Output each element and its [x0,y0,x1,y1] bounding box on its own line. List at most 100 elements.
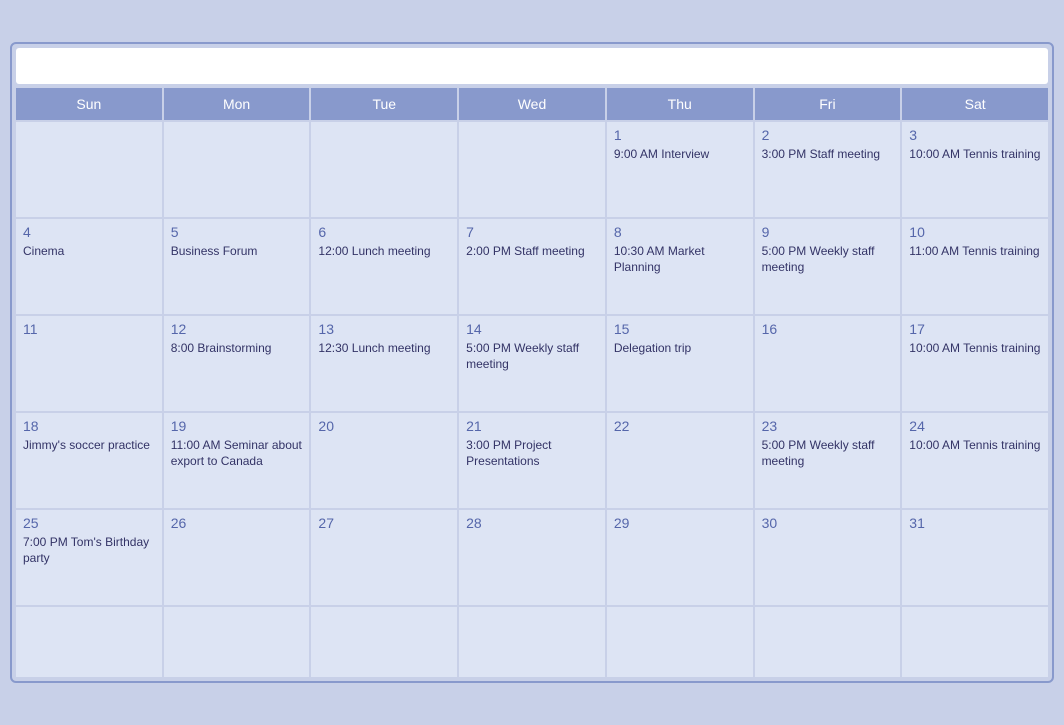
day-cell: 20 [311,413,457,508]
day-cell [459,607,605,677]
day-event: 12:00 Lunch meeting [318,244,450,260]
day-event: 5:00 PM Weekly staff meeting [466,341,598,372]
day-number: 23 [762,418,894,434]
day-number: 22 [614,418,746,434]
day-header-sun: Sun [16,88,162,120]
day-cell: 14 5:00 PM Weekly staff meeting [459,316,605,411]
day-cell: 24 10:00 AM Tennis training [902,413,1048,508]
day-number: 9 [762,224,894,240]
day-number: 25 [23,515,155,531]
day-event: 10:30 AM Market Planning [614,244,746,275]
day-number: 20 [318,418,450,434]
day-cell: 19 11:00 AM Seminar about export to Canad… [164,413,310,508]
day-number: 1 [614,127,746,143]
day-cell: 1312:30 Lunch meeting [311,316,457,411]
day-cell: 17 10:00 AM Tennis training [902,316,1048,411]
day-cell [164,607,310,677]
day-cell [311,122,457,217]
day-cell: 15Delegation trip [607,316,753,411]
day-cell: 6 12:00 Lunch meeting [311,219,457,314]
day-number: 21 [466,418,598,434]
day-event: Business Forum [171,244,303,260]
day-event: 5:00 PM Weekly staff meeting [762,438,894,469]
day-cell: 5 Business Forum [164,219,310,314]
day-cell: 4 Cinema [16,219,162,314]
day-cell [755,607,901,677]
day-number: 19 [171,418,303,434]
day-cell: 1 9:00 AM Interview [607,122,753,217]
day-number: 15 [614,321,746,337]
day-cell: 22 [607,413,753,508]
day-header-sat: Sat [902,88,1048,120]
day-cell [607,607,753,677]
day-event: 11:00 AM Seminar about export to Canada [171,438,303,469]
calendar-header [16,48,1048,84]
day-cell: 12 8:00 Brainstorming [164,316,310,411]
day-cell: 29 [607,510,753,605]
day-cell: 18 Jimmy's soccer practice [16,413,162,508]
day-event: 3:00 PM Staff meeting [762,147,894,163]
day-cell: 23 5:00 PM Weekly staff meeting [755,413,901,508]
day-event: 9:00 AM Interview [614,147,746,163]
day-cell: 3 10:00 AM Tennis training [902,122,1048,217]
day-header-thu: Thu [607,88,753,120]
day-header-tue: Tue [311,88,457,120]
day-number: 3 [909,127,1041,143]
day-number: 24 [909,418,1041,434]
day-event: 10:00 AM Tennis training [909,341,1041,357]
day-cell [459,122,605,217]
day-cell: 16 [755,316,901,411]
day-cell: 10 11:00 AM Tennis training [902,219,1048,314]
day-number: 17 [909,321,1041,337]
day-number: 14 [466,321,598,337]
day-cell: 25 7:00 PM Tom's Birthday party [16,510,162,605]
day-number: 8 [614,224,746,240]
day-number: 2 [762,127,894,143]
day-header-mon: Mon [164,88,310,120]
day-number: 18 [23,418,155,434]
day-number: 16 [762,321,894,337]
day-event: 7:00 PM Tom's Birthday party [23,535,155,566]
day-event: 5:00 PM Weekly staff meeting [762,244,894,275]
day-cell: 27 [311,510,457,605]
day-header-wed: Wed [459,88,605,120]
calendar-grid: SunMonTueWedThuFriSat 1 9:00 AM Interview 2… [16,88,1048,677]
day-number: 12 [171,321,303,337]
day-event: 3:00 PM Project Presentations [466,438,598,469]
day-number: 27 [318,515,450,531]
day-cell: 30 [755,510,901,605]
day-cell [16,607,162,677]
day-cell: 26 [164,510,310,605]
day-cell: 7 2:00 PM Staff meeting [459,219,605,314]
day-header-fri: Fri [755,88,901,120]
day-number: 31 [909,515,1041,531]
day-cell: 28 [459,510,605,605]
day-cell: 9 5:00 PM Weekly staff meeting [755,219,901,314]
day-cell: 11 [16,316,162,411]
day-number: 29 [614,515,746,531]
day-number: 28 [466,515,598,531]
calendar-container: SunMonTueWedThuFriSat 1 9:00 AM Interview 2… [10,42,1054,683]
day-event: Cinema [23,244,155,260]
day-number: 6 [318,224,450,240]
day-event: 10:00 AM Tennis training [909,438,1041,454]
day-event: Jimmy's soccer practice [23,438,155,454]
day-cell: 8 10:30 AM Market Planning [607,219,753,314]
day-cell [16,122,162,217]
day-number: 4 [23,224,155,240]
day-event: 10:00 AM Tennis training [909,147,1041,163]
day-event: 12:30 Lunch meeting [318,341,450,357]
day-number: 5 [171,224,303,240]
day-cell: 21 3:00 PM Project Presentations [459,413,605,508]
day-event: 11:00 AM Tennis training [909,244,1041,260]
day-event: 2:00 PM Staff meeting [466,244,598,260]
day-number: 26 [171,515,303,531]
day-cell [164,122,310,217]
day-number: 10 [909,224,1041,240]
day-event: 8:00 Brainstorming [171,341,303,357]
day-number: 30 [762,515,894,531]
day-cell: 31 [902,510,1048,605]
day-number: 7 [466,224,598,240]
day-cell [902,607,1048,677]
day-cell [311,607,457,677]
